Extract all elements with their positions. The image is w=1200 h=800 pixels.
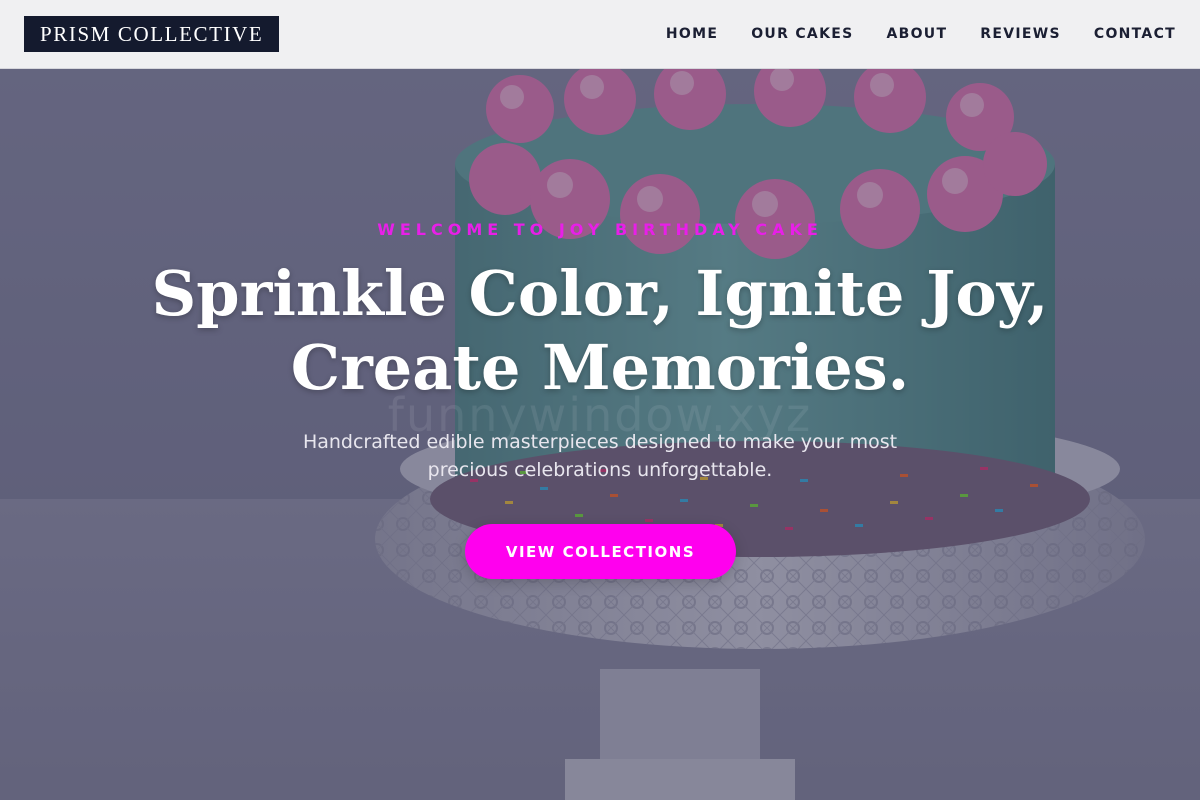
main-nav: HOME OUR CAKES ABOUT REVIEWS CONTACT <box>666 26 1176 42</box>
nav-link-our-cakes[interactable]: OUR CAKES <box>751 26 853 42</box>
nav-link-home[interactable]: HOME <box>666 26 718 42</box>
hero-headline-line-2: Create Memories. <box>290 331 910 404</box>
nav-link-contact[interactable]: CONTACT <box>1094 26 1176 42</box>
site-header: PRISM COLLECTIVE HOME OUR CAKES ABOUT RE… <box>0 0 1200 69</box>
hero-eyebrow: WELCOME TO JOY BIRTHDAY CAKE <box>377 220 823 239</box>
hero-headline-line-1: Sprinkle Color, Ignite Joy, <box>151 257 1049 330</box>
hero-subtitle: Handcrafted edible masterpieces designed… <box>302 431 898 481</box>
page: PRISM COLLECTIVE HOME OUR CAKES ABOUT RE… <box>0 0 1200 800</box>
hero-section: funnywindow.xyz WELCOME TO JOY BIRTHDAY … <box>0 69 1200 800</box>
hero-headline: Sprinkle Color, Ignite Joy, Create Memor… <box>0 257 1200 405</box>
hero-content: WELCOME TO JOY BIRTHDAY CAKE Sprinkle Co… <box>0 69 1200 800</box>
view-collections-button[interactable]: VIEW COLLECTIONS <box>465 524 736 579</box>
site-logo[interactable]: PRISM COLLECTIVE <box>24 16 280 52</box>
nav-link-reviews[interactable]: REVIEWS <box>980 26 1061 42</box>
nav-link-about[interactable]: ABOUT <box>886 26 947 42</box>
